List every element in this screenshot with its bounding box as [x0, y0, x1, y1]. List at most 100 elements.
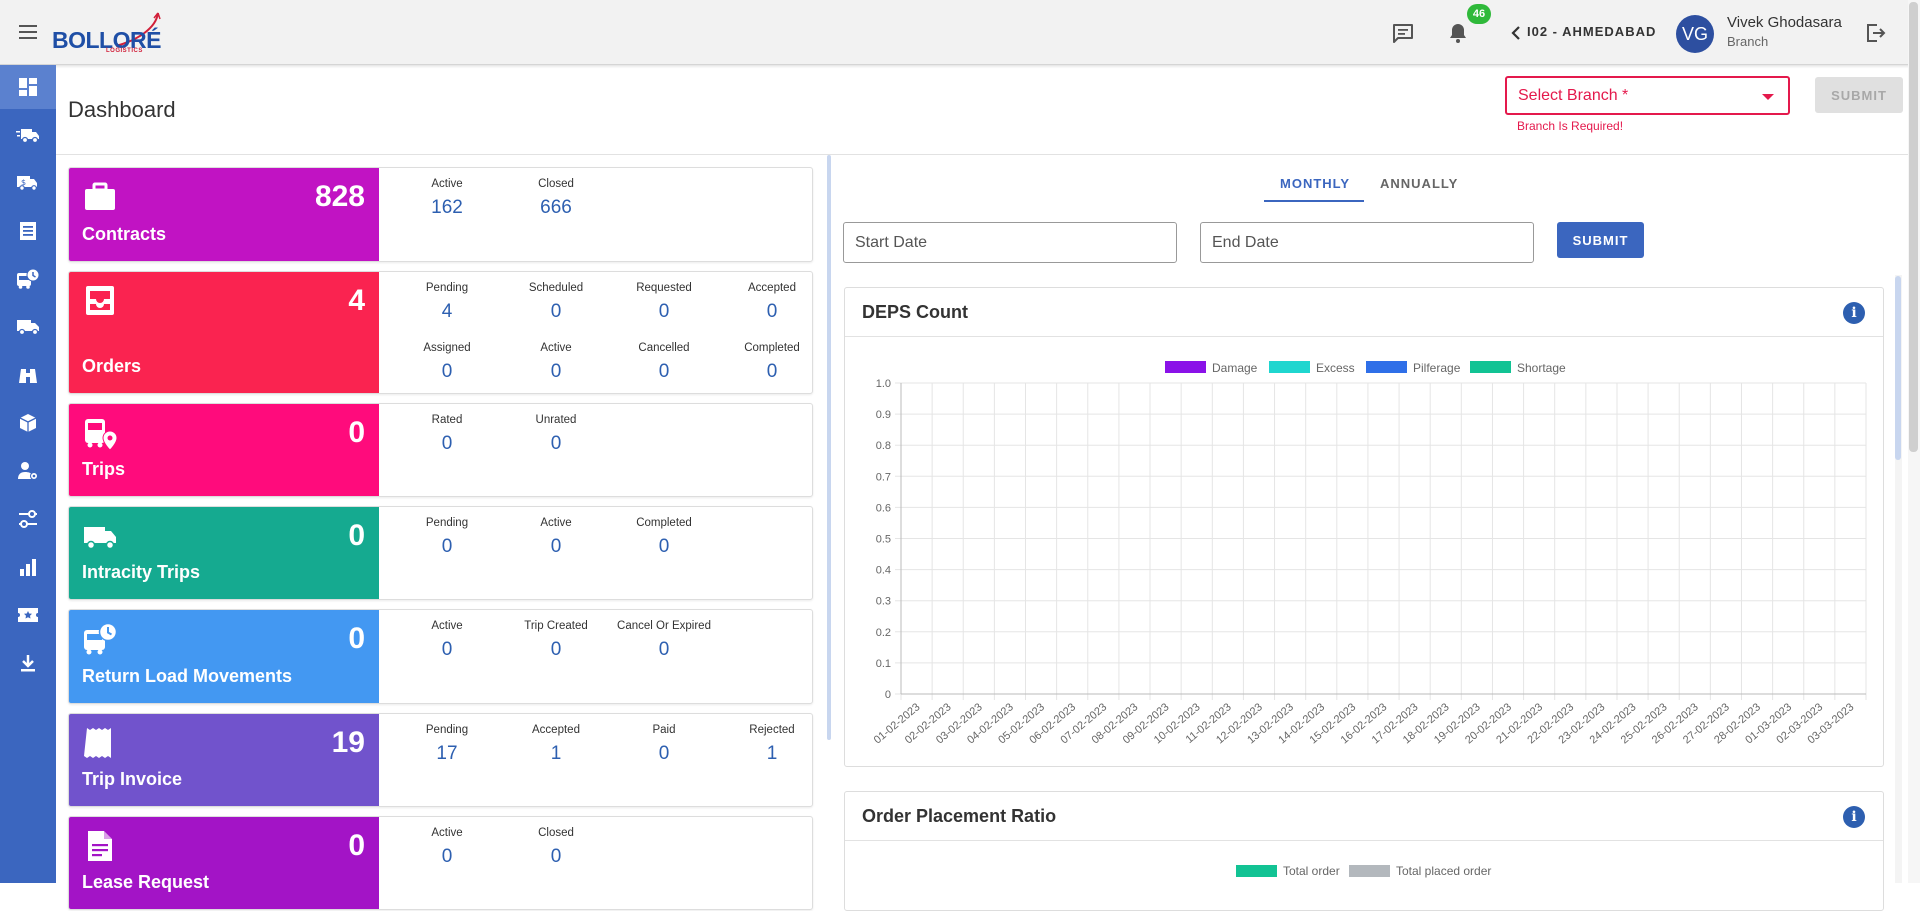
start-date-field[interactable]: [843, 222, 1177, 263]
truck-fast-icon: [16, 129, 39, 144]
y-tick-label: 0.4: [876, 565, 891, 577]
stat-value[interactable]: 17: [393, 743, 501, 765]
card-count: 828: [314, 180, 365, 213]
stat-value[interactable]: 0: [502, 361, 610, 383]
legend-label: Damage: [1212, 361, 1258, 375]
card-head: 0 Return Load Movements: [69, 610, 379, 703]
stat-value[interactable]: 0: [393, 536, 501, 558]
window-scrollbar-thumb[interactable]: [1909, 2, 1918, 452]
user-avatar[interactable]: VG: [1676, 15, 1714, 53]
truck-icon: [84, 527, 116, 550]
end-date-input[interactable]: [1201, 223, 1533, 262]
stat-label: Active: [431, 178, 463, 190]
list-document-icon: [20, 222, 36, 240]
card-trip-invoice[interactable]: 19 Trip Invoice Pending 17 Accepted 1 Paid…: [68, 713, 813, 807]
sidebar-item-return-load[interactable]: [0, 257, 56, 301]
stat-value[interactable]: 4: [393, 301, 501, 323]
stat-item: Accepted 1: [502, 724, 610, 765]
card-lease-request[interactable]: 0 Lease Request Active 0 Closed 0: [68, 816, 813, 910]
stat-value[interactable]: 0: [610, 361, 718, 383]
card-intracity-trips[interactable]: 0 Intracity Trips Pending 0 Active 0 Compl…: [68, 506, 813, 600]
info-icon[interactable]: i: [1843, 806, 1865, 828]
panel-splitter[interactable]: [827, 155, 831, 740]
stat-value[interactable]: 0: [393, 639, 501, 661]
panel-scrollbar-thumb[interactable]: [1895, 276, 1901, 460]
branch-select-placeholder: Select Branch *: [1518, 87, 1629, 104]
stat-label: Pending: [425, 517, 469, 529]
y-tick-label: 0: [885, 689, 891, 701]
stat-item: Completed 0: [610, 517, 718, 558]
stat-item: Active 0: [502, 517, 610, 558]
stat-label: Paid: [652, 724, 676, 736]
stat-value[interactable]: 162: [393, 197, 501, 219]
sidebar-item-tracking[interactable]: [0, 353, 56, 397]
stat-label: Completed: [744, 342, 800, 354]
stat-value[interactable]: 0: [393, 846, 501, 868]
legend-item[interactable]: Total placed order: [1349, 864, 1491, 878]
y-tick-label: 0.2: [876, 627, 891, 639]
start-date-input[interactable]: [844, 223, 1176, 262]
stat-value[interactable]: 0: [393, 361, 501, 383]
stat-value[interactable]: 0: [610, 639, 718, 661]
branch-submit-button[interactable]: SUBMIT: [1815, 77, 1903, 113]
sidebar-item-trips[interactable]: [0, 113, 56, 157]
card-title: Return Load Movements: [82, 666, 293, 686]
sidebar-item-dashboard[interactable]: [0, 65, 56, 109]
card-count: 4: [348, 284, 365, 317]
stat-label: Pending: [425, 282, 469, 294]
stat-value[interactable]: 0: [393, 433, 501, 455]
company-logo[interactable]: BOLLORÉ LOGISTICS: [50, 10, 165, 56]
chat-icon[interactable]: [1389, 19, 1417, 47]
stat-value[interactable]: 0: [502, 846, 610, 868]
sidebar-item-intracity[interactable]: [0, 305, 56, 349]
stat-value[interactable]: 0: [718, 301, 826, 323]
sidebar-item-users[interactable]: [0, 449, 56, 493]
sidebar-item-tickets[interactable]: [0, 593, 56, 637]
card-orders[interactable]: 4 Orders Pending 4 Scheduled 0 Requested 0 …: [68, 271, 813, 394]
card-count: 0: [348, 829, 365, 862]
tab-monthly[interactable]: MONTHLY: [1280, 176, 1350, 191]
notification-bell-icon[interactable]: [1444, 19, 1472, 47]
sidebar-item-settings[interactable]: [0, 497, 56, 541]
sidebar-item-freight[interactable]: $: [0, 161, 56, 205]
legend-item[interactable]: Total order: [1236, 864, 1340, 878]
stat-value[interactable]: 1: [718, 743, 826, 765]
stat-value[interactable]: 1: [502, 743, 610, 765]
stat-value[interactable]: 0: [610, 536, 718, 558]
stat-value[interactable]: 0: [502, 433, 610, 455]
card-title: Intracity Trips: [82, 562, 201, 582]
header-divider: [56, 154, 1920, 155]
card-contracts[interactable]: 828 Contracts Active 162 Closed 666: [68, 167, 813, 262]
branch-switcher[interactable]: I02 - AHMEDABAD: [1505, 20, 1655, 46]
stat-value[interactable]: 0: [718, 361, 826, 383]
sidebar-item-orders[interactable]: [0, 209, 56, 253]
card-trips[interactable]: 0 Trips Rated 0 Unrated 0: [68, 403, 813, 497]
card-title: Trips: [82, 459, 126, 479]
end-date-field[interactable]: [1200, 222, 1534, 263]
stat-label: Active: [431, 620, 463, 632]
stat-value[interactable]: 0: [502, 536, 610, 558]
date-submit-button[interactable]: SUBMIT: [1557, 222, 1644, 258]
stat-value[interactable]: 666: [502, 197, 610, 219]
card-count: 19: [331, 726, 365, 759]
sidebar-item-downloads[interactable]: [0, 641, 56, 685]
stat-item: Active 0: [393, 827, 501, 868]
document-icon: [88, 831, 112, 861]
stat-value[interactable]: 0: [502, 301, 610, 323]
bus-clock-icon: [84, 622, 117, 655]
stat-value[interactable]: 0: [610, 743, 718, 765]
sidebar-item-reports[interactable]: [0, 545, 56, 589]
stat-value[interactable]: 0: [610, 301, 718, 323]
stat-value[interactable]: 0: [502, 639, 610, 661]
tab-annually[interactable]: ANNUALLY: [1380, 176, 1458, 191]
stat-label: Active: [540, 342, 572, 354]
branch-select[interactable]: Select Branch *: [1505, 76, 1790, 115]
briefcase-icon: [85, 182, 115, 210]
sidebar-item-inventory[interactable]: [0, 401, 56, 445]
stat-label: Unrated: [535, 414, 577, 426]
page-title: Dashboard: [68, 97, 176, 122]
logout-icon[interactable]: [1861, 19, 1889, 47]
chart-card-divider: [845, 840, 1883, 841]
hamburger-menu-icon[interactable]: [16, 20, 40, 44]
card-return-load-movements[interactable]: 0 Return Load Movements Active 0 Trip Cre…: [68, 609, 813, 704]
